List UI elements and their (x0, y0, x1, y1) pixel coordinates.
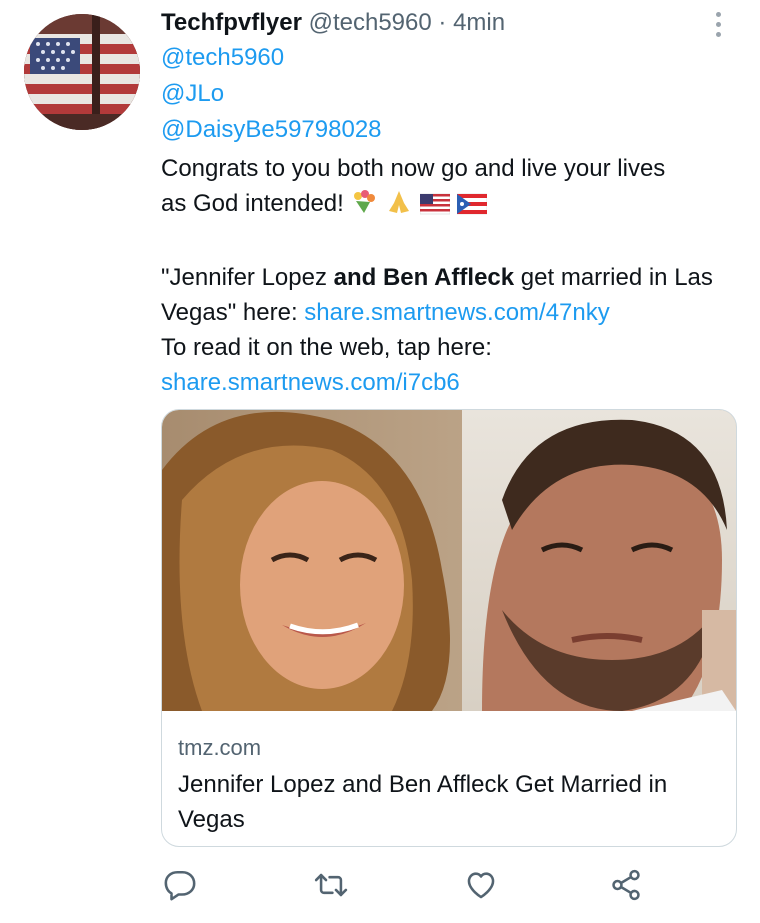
bouquet-emoji (354, 190, 376, 213)
retweet-icon (314, 873, 348, 897)
quote-bold: and Ben Affleck (333, 264, 515, 291)
reply-icon (164, 870, 196, 901)
share-icon (612, 869, 640, 901)
share-button[interactable] (606, 865, 646, 905)
read-web-text: To read it on the web, tap here: (161, 334, 492, 361)
card-title: Jennifer Lopez and Ben Affleck Get Marri… (178, 771, 668, 833)
retweet-button[interactable] (311, 865, 351, 905)
puerto-rico-flag-emoji (456, 193, 487, 215)
emoji-group (350, 189, 487, 225)
us-flag-emoji (419, 193, 451, 215)
couple-photo (162, 410, 736, 711)
tweet-text: Congrats to you both now go and live you… (161, 151, 736, 400)
article-link-1[interactable]: share.smartnews.com/47nky (304, 299, 609, 326)
article-link-2[interactable]: share.smartnews.com/i7cb6 (161, 369, 460, 396)
heart-icon (467, 872, 495, 899)
mention-jlo[interactable]: @JLo (161, 76, 736, 112)
tweet-header: Techfpvflyer @tech5960 · 4min (161, 6, 736, 40)
praying-hands-emoji (389, 191, 410, 213)
mention-daisybe[interactable]: @DaisyBe59798028 (161, 112, 736, 148)
tweet-text-line1: Congrats to you both now go and live you… (161, 155, 666, 182)
mention-tech5960[interactable]: @tech5960 (161, 40, 736, 76)
author-handle[interactable]: @tech5960 (309, 9, 432, 36)
avatar[interactable] (24, 14, 140, 130)
card-meta: tmz.com Jennifer Lopez and Ben Affleck G… (162, 711, 736, 837)
like-button[interactable] (461, 865, 501, 905)
tweet-text-line2: as God intended! (161, 190, 344, 217)
tweet-action-bar (0, 865, 760, 915)
reply-button[interactable] (160, 865, 200, 905)
us-flag-avatar-image (24, 14, 140, 130)
author-name[interactable]: Techfpvflyer (161, 9, 302, 36)
timestamp[interactable]: 4min (453, 9, 505, 36)
card-domain: tmz.com (178, 735, 262, 760)
tweet-body: Techfpvflyer @tech5960 · 4min @tech5960 … (161, 6, 736, 400)
link-preview-card[interactable]: tmz.com Jennifer Lopez and Ben Affleck G… (161, 409, 737, 847)
quote-open: "Jennifer Lopez (161, 264, 334, 291)
separator-dot: · (438, 9, 447, 36)
